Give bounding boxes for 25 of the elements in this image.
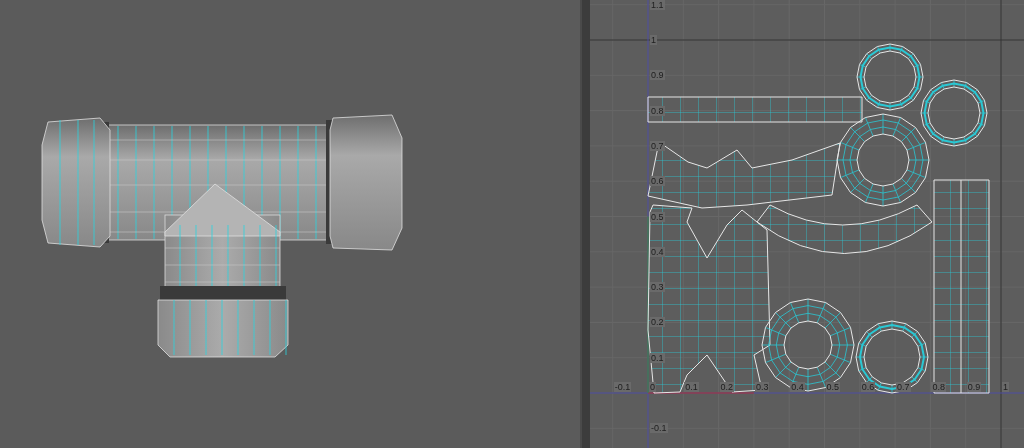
axis-tick-label: 0.6 [860, 382, 876, 392]
axis-tick-label: -0.1 [650, 423, 668, 434]
axis-tick-label: 0.2 [719, 382, 735, 392]
axis-tick-label: 0.2 [650, 317, 665, 328]
axis-tick-label: 0.3 [754, 382, 770, 392]
axis-tick-label: 0.4 [650, 246, 665, 257]
axis-tick-label: 0.8 [931, 382, 946, 392]
axis-tick-label: 1 [650, 35, 657, 45]
axis-tick-label: 0.9 [650, 70, 665, 81]
axis-tick-label: 0 [649, 382, 656, 392]
axis-tick-label: 1.1 [650, 0, 665, 10]
axis-tick-label: 0.1 [650, 352, 665, 363]
axis-tick-label: -0.1 [613, 382, 632, 392]
uv-shell [920, 79, 988, 147]
axis-tick-label: 0.7 [896, 382, 911, 392]
axis-tick-label: 1 [1002, 382, 1009, 392]
axis-tick-label: 0.4 [790, 382, 805, 392]
axis-tick-label: 0.1 [684, 382, 699, 392]
axis-tick-label: 0.5 [825, 382, 840, 392]
axis-tick-label: 0.5 [650, 211, 665, 222]
axis-tick-label: 0.8 [650, 105, 665, 116]
axis-tick-label: 0.9 [966, 382, 982, 392]
axis-tick-label: 0.7 [650, 140, 665, 151]
axis-tick-label: 0.3 [650, 282, 665, 293]
axis-tick-label: 0.6 [650, 176, 665, 187]
